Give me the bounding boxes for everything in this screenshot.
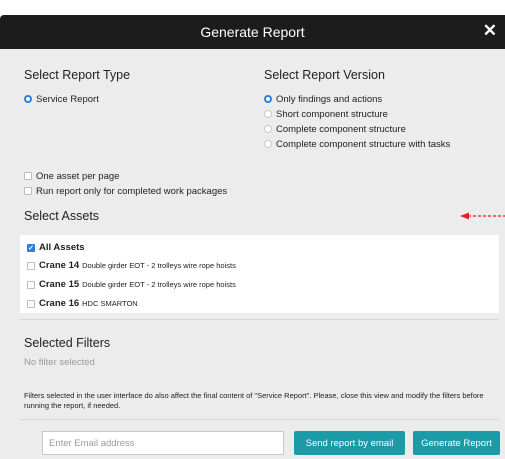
asset-row[interactable]: Crane 15 Double girder EOT - 2 trolleys … — [20, 275, 499, 294]
divider — [20, 419, 499, 420]
page-option-label: One asset per page — [36, 170, 120, 182]
email-input[interactable] — [42, 431, 284, 455]
filters-note: Filters selected in the user interface d… — [24, 391, 484, 410]
report-version-option-label: Complete component structure with tasks — [276, 138, 451, 150]
one-asset-per-page-option[interactable]: One asset per page — [24, 170, 119, 182]
asset-description: Double girder EOT - 2 trolleys wire rope… — [82, 261, 236, 270]
asset-row[interactable]: Crane 14 Double girder EOT - 2 trolleys … — [20, 256, 499, 275]
checkbox-icon[interactable] — [27, 261, 35, 270]
dialog-title: Generate Report — [200, 24, 305, 40]
generate-report-button[interactable]: Generate Report — [413, 431, 500, 455]
report-version-option-complete[interactable]: Complete component structure — [264, 123, 406, 135]
checkbox-icon[interactable] — [27, 299, 35, 308]
radio-selected-icon[interactable] — [264, 95, 272, 103]
asset-row[interactable]: Crane 16 HDC SMARTON — [20, 294, 499, 313]
report-version-option-findings[interactable]: Only findings and actions — [264, 93, 382, 105]
checkbox-icon[interactable] — [24, 187, 32, 195]
report-version-option-label: Complete component structure — [276, 123, 406, 135]
red-arrow-annotation — [460, 212, 505, 220]
report-version-option-short[interactable]: Short component structure — [264, 108, 388, 120]
asset-name: Crane 14 — [39, 260, 80, 271]
report-version-option-complete-tasks[interactable]: Complete component structure with tasks — [264, 138, 450, 150]
report-version-option-label: Short component structure — [276, 108, 388, 120]
radio-icon[interactable] — [264, 110, 272, 118]
completed-work-packages-option[interactable]: Run report only for completed work packa… — [24, 185, 227, 197]
close-icon[interactable]: ✕ — [483, 21, 497, 41]
page-option-label: Run report only for completed work packa… — [36, 185, 228, 197]
all-assets-label: All Assets — [39, 242, 85, 253]
asset-description: HDC SMARTON — [82, 299, 138, 308]
radio-icon[interactable] — [264, 125, 272, 133]
asset-row-all[interactable]: ✓ All Assets — [20, 235, 499, 256]
page-background-top — [0, 0, 505, 15]
divider — [20, 319, 499, 320]
checkbox-icon[interactable] — [24, 172, 32, 180]
asset-name: Crane 15 — [39, 279, 80, 290]
radio-icon[interactable] — [264, 140, 272, 148]
report-type-option-label: Service Report — [36, 93, 99, 105]
assets-heading: Select Assets — [24, 209, 100, 223]
dialog-header: Generate Report ✕ — [0, 15, 505, 49]
report-type-option-service[interactable]: Service Report — [24, 93, 99, 105]
generate-report-dialog: Generate Report ✕ Select Report Type Ser… — [0, 15, 505, 459]
report-version-option-label: Only findings and actions — [276, 93, 383, 105]
filters-heading: Selected Filters — [24, 336, 111, 350]
report-type-heading: Select Report Type — [24, 68, 131, 82]
asset-name: Crane 16 — [39, 298, 80, 309]
checkbox-icon[interactable] — [27, 280, 35, 289]
no-filter-text: No filter selected — [24, 357, 95, 368]
checkbox-checked-icon[interactable]: ✓ — [27, 243, 35, 252]
report-version-heading: Select Report Version — [264, 68, 385, 82]
send-report-by-email-button[interactable]: Send report by email — [294, 431, 405, 455]
radio-selected-icon[interactable] — [24, 95, 32, 103]
assets-list[interactable]: ✓ All Assets Crane 14 Double girder EOT … — [20, 235, 499, 313]
asset-description: Double girder EOT - 2 trolleys wire rope… — [82, 280, 236, 289]
